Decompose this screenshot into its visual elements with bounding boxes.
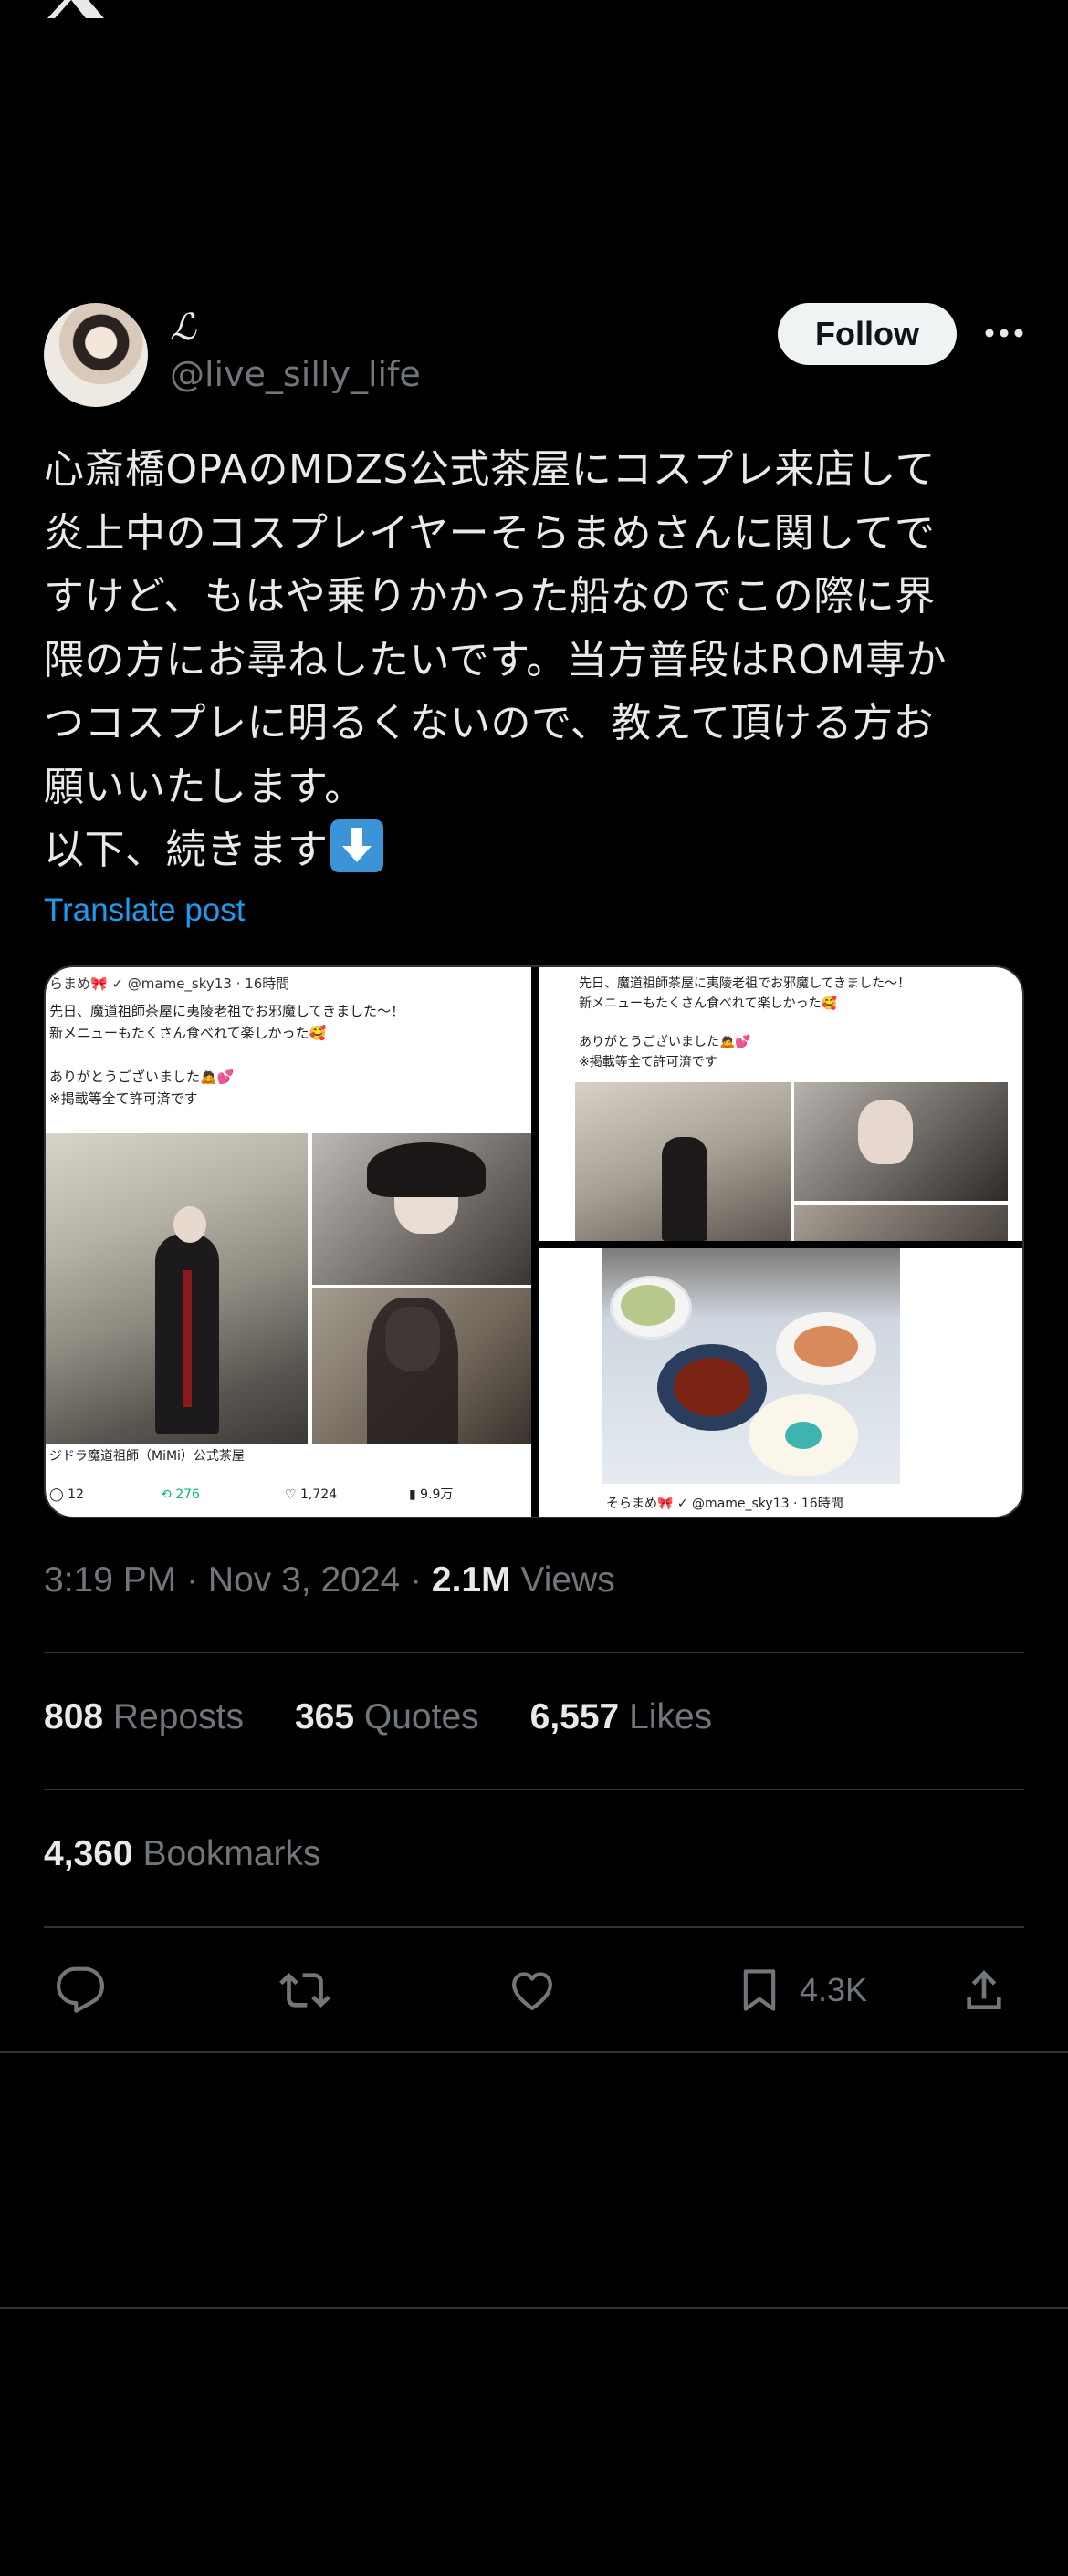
user-handle[interactable]: @live_silly_life <box>170 354 421 394</box>
embedded-reply-count: ◯ 12 <box>49 1487 84 1502</box>
avatar[interactable] <box>44 303 148 407</box>
view-count: 2.1M <box>431 1560 511 1600</box>
embedded-post-line: 新メニューもたくさん食べれて楽しかった🥰 <box>49 1025 327 1041</box>
cosplay-photo <box>794 1205 1008 1241</box>
bookmark-button[interactable]: 4.3K <box>736 1958 867 2022</box>
post-body: 心斎橋OPAのMDZS公式茶屋にコスプレ来店して 炎上中のコスプレイヤーそらまめ… <box>44 446 947 873</box>
display-name[interactable]: ℒ <box>170 307 196 349</box>
share-icon <box>967 1970 1001 2009</box>
reply-count: 12 <box>68 1487 84 1502</box>
embedded-post-header: らまめ🎀 ✓ @mame_sky13 · 16時間 <box>49 975 290 992</box>
divider <box>44 1789 1024 1790</box>
bookmarks-stat: 4,360 Bookmarks <box>44 1834 321 1874</box>
post-text: 心斎橋OPAのMDZS公式茶屋にコスプレ来店して 炎上中のコスプレイヤーそらまめ… <box>44 438 1024 882</box>
reposts-label: Reposts <box>103 1697 244 1736</box>
x-logo-icon[interactable] <box>44 0 106 18</box>
reply-button[interactable] <box>55 1958 106 2022</box>
cosplay-photo <box>312 1288 531 1444</box>
heart-icon <box>512 1972 552 2010</box>
reposts-stat[interactable]: 808 Reposts <box>44 1697 244 1737</box>
embedded-view-count: ▮ 9.9万 <box>409 1487 454 1502</box>
reposts-count: 808 <box>44 1697 104 1736</box>
cosplay-photo <box>312 1133 531 1285</box>
bookmark-count: 4.3K <box>800 1971 868 2008</box>
food-photo <box>602 1248 900 1484</box>
embedded-post-line: 新メニューもたくさん食べれて楽しかった🥰 <box>579 996 838 1011</box>
embedded-post-line: 先日、魔道祖師茶屋に夷陵老祖でお邪魔してきました〜！ <box>49 1003 405 1019</box>
quotes-label: Quotes <box>354 1697 479 1736</box>
embedded-post-line: ※掲載等全て許可済です <box>579 1055 717 1069</box>
embedded-post-header: そらまめ🎀 ✓ @mame_sky13 · 16時間 <box>606 1497 843 1511</box>
bookmarks-count: 4,360 <box>44 1834 133 1873</box>
like-count: 1,724 <box>300 1487 338 1502</box>
embedded-post-line: 先日、魔道祖師茶屋に夷陵老祖でお邪魔してきました〜！ <box>579 976 911 991</box>
post-timestamp: 3:19 PM · Nov 3, 2024 · 2.1M Views <box>44 1560 615 1601</box>
bookmark-icon <box>743 1969 776 2011</box>
cosplay-photo <box>794 1082 1008 1201</box>
bookmarks-label: Bookmarks <box>132 1834 321 1873</box>
post-time[interactable]: 3:19 PM · Nov 3, 2024 · <box>44 1560 432 1600</box>
reply-icon <box>56 1966 105 2013</box>
embedded-repost-count: ⟲ 276 <box>161 1487 200 1502</box>
view-count: 9.9万 <box>420 1487 454 1502</box>
top-bar <box>0 0 1068 55</box>
likes-count: 6,557 <box>529 1697 620 1736</box>
media-image-3[interactable]: そらまめ🎀 ✓ @mame_sky13 · 16時間 <box>539 1248 1022 1517</box>
quotes-stat[interactable]: 365 Quotes <box>295 1697 479 1737</box>
engagement-stats: 808 Reposts 365 Quotes 6,557 Likes <box>44 1697 712 1737</box>
more-icon[interactable] <box>984 319 1024 347</box>
media-grid[interactable]: らまめ🎀 ✓ @mame_sky13 · 16時間 先日、魔道祖師茶屋に夷陵老祖… <box>44 965 1024 1518</box>
post-header: ℒ @live_silly_life Follow <box>44 301 1024 411</box>
location-caption: ジドラ魔道祖師（MiMi）公式茶屋 <box>49 1449 245 1464</box>
share-button[interactable] <box>958 1958 1010 2022</box>
embedded-post-line: ありがとうございました🙇💕 <box>49 1069 235 1085</box>
repost-count: 276 <box>175 1487 200 1502</box>
divider <box>44 1926 1024 1928</box>
like-button[interactable] <box>506 1958 559 2022</box>
cosplay-photo <box>575 1082 791 1241</box>
embedded-post-line: ※掲載等全て許可済です <box>49 1090 198 1107</box>
repost-button[interactable] <box>277 1958 332 2022</box>
media-image-1[interactable]: らまめ🎀 ✓ @mame_sky13 · 16時間 先日、魔道祖師茶屋に夷陵老祖… <box>46 967 531 1517</box>
follow-button[interactable]: Follow <box>778 303 957 365</box>
divider <box>0 2307 1068 2309</box>
repost-icon <box>279 1973 330 2008</box>
media-image-2[interactable]: 先日、魔道祖師茶屋に夷陵老祖でお邪魔してきました〜！ 新メニューもたくさん食べれ… <box>539 967 1022 1241</box>
cosplay-photo <box>46 1133 308 1444</box>
embedded-post-line: ありがとうございました🙇💕 <box>579 1035 751 1049</box>
divider <box>44 1652 1024 1653</box>
views-label: Views <box>510 1560 615 1600</box>
translate-post-link[interactable]: Translate post <box>44 892 245 929</box>
likes-label: Likes <box>619 1697 713 1736</box>
down-arrow-emoji-icon <box>330 819 383 872</box>
action-bar: 4.3K <box>44 1958 1024 2022</box>
embedded-like-count: ♡ 1,724 <box>285 1487 338 1502</box>
quotes-count: 365 <box>294 1697 355 1736</box>
likes-stat[interactable]: 6,557 Likes <box>530 1697 713 1737</box>
divider <box>0 2051 1068 2053</box>
